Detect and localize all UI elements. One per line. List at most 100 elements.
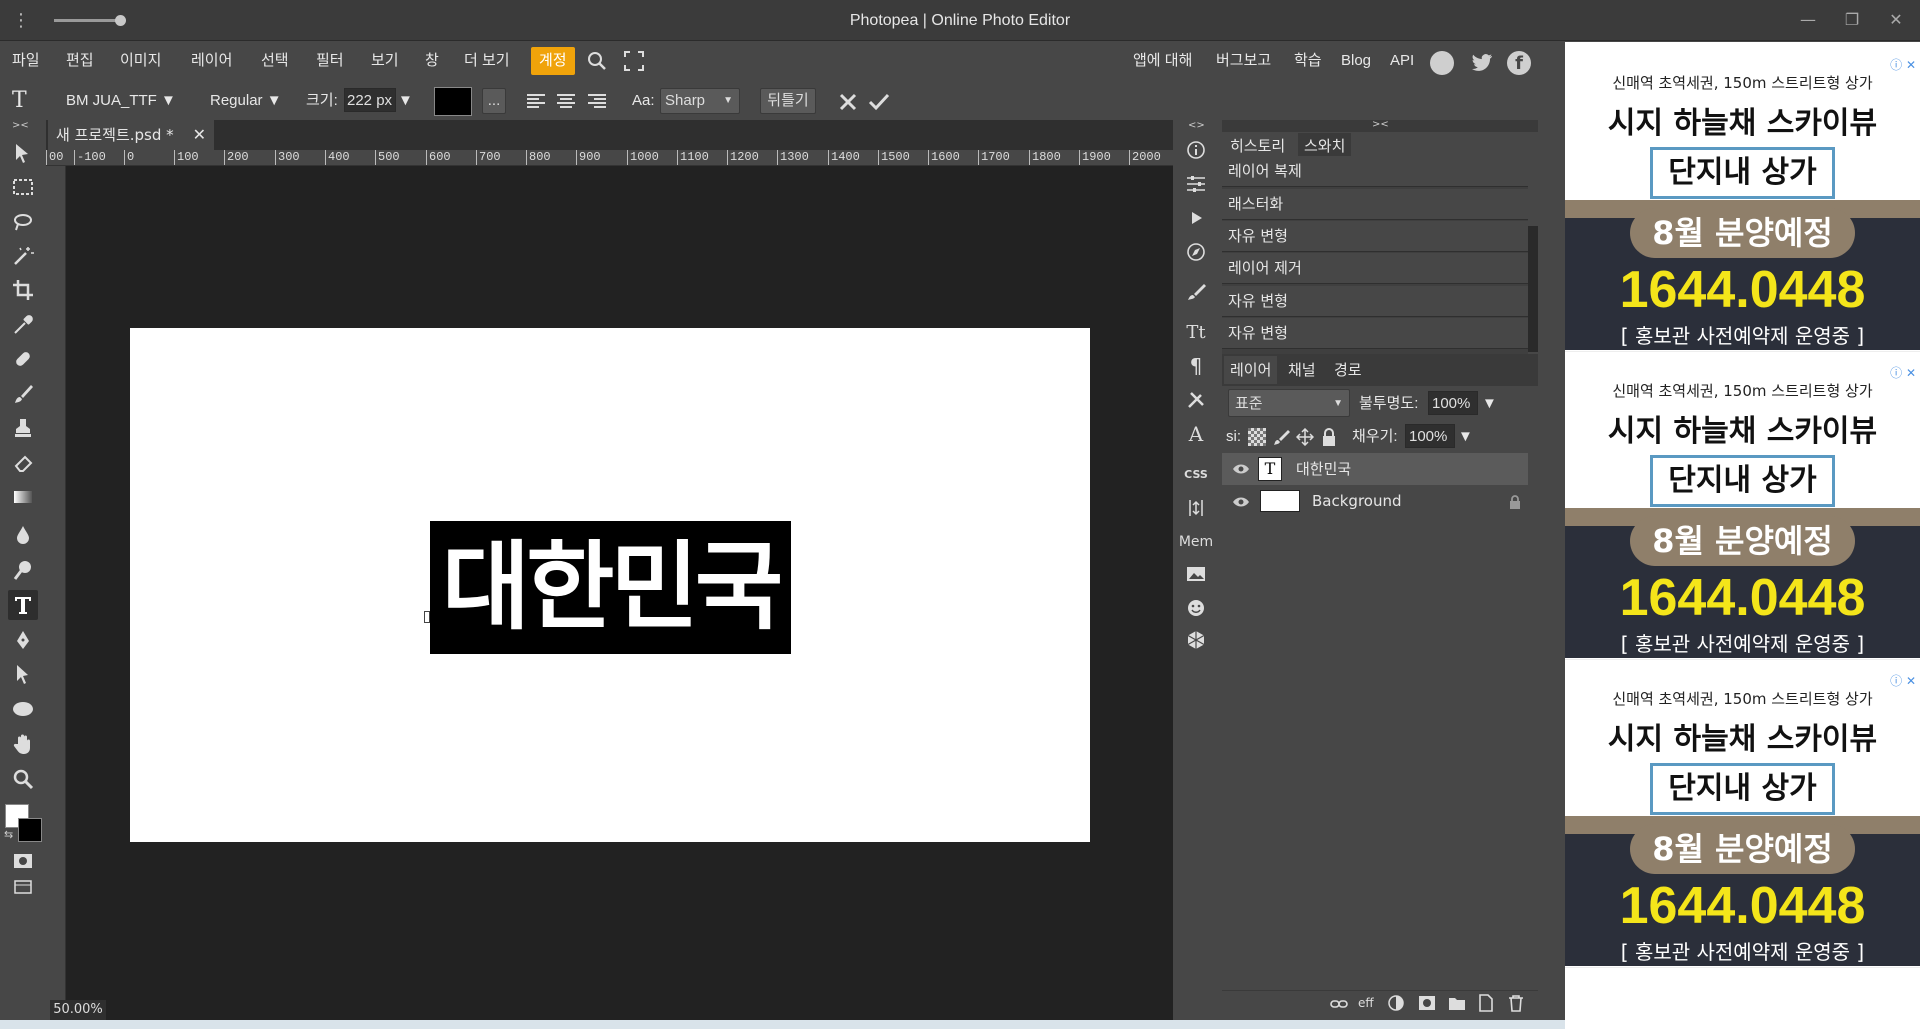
close-tab-icon[interactable]: ✕ [193, 120, 206, 150]
dodge-tool-icon[interactable] [8, 555, 38, 585]
layer-mask-icon[interactable] [1418, 995, 1436, 1011]
ad-info-icon[interactable]: ⓘ ✕ [1890, 56, 1916, 73]
adjustments-icon[interactable] [1181, 170, 1211, 198]
menu-layer[interactable]: 레이어 [191, 42, 232, 79]
marquee-tool-icon[interactable] [8, 172, 38, 202]
fill-dropdown-icon[interactable]: ▼ [1458, 425, 1473, 449]
image-panel-icon[interactable] [1181, 560, 1211, 588]
menu-bug-report[interactable]: 버그보고 [1216, 42, 1271, 79]
document-tab[interactable]: 새 프로젝트.psd * ✕ [48, 120, 214, 150]
account-button[interactable]: 계정 [531, 47, 575, 75]
ad-info-icon[interactable]: ⓘ ✕ [1890, 364, 1916, 381]
fill-input[interactable]: 100% [1405, 424, 1455, 448]
ad-banner[interactable]: ⓘ ✕ 신매역 초역세권, 150m 스트리트형 상가 시지 하늘채 스카이뷰 … [1565, 52, 1920, 352]
opacity-dropdown-icon[interactable]: ▼ [1482, 392, 1497, 416]
visibility-eye-icon[interactable] [1232, 494, 1250, 508]
path-select-icon[interactable] [8, 659, 38, 689]
menu-window[interactable]: 창 [425, 42, 439, 79]
tab-layers[interactable]: 레이어 [1224, 356, 1278, 384]
lasso-tool-icon[interactable] [8, 207, 38, 237]
hand-tool-icon[interactable] [8, 729, 38, 759]
history-item[interactable]: 자유 변형 [1222, 286, 1528, 317]
warp-text-button[interactable]: 뒤틀기 [760, 88, 816, 114]
layer-row-text[interactable]: T 대한민국 [1222, 453, 1528, 485]
character-panel-icon[interactable]: Tt [1181, 318, 1211, 346]
crop-tool-icon[interactable] [8, 275, 38, 305]
memory-panel-icon[interactable]: Mem [1179, 528, 1213, 556]
history-scrollbar[interactable] [1528, 226, 1538, 352]
more-options-button[interactable]: ... [482, 88, 506, 114]
opacity-input[interactable]: 100% [1428, 391, 1478, 415]
background-color-swatch[interactable] [18, 818, 42, 842]
visibility-eye-icon[interactable] [1232, 461, 1250, 475]
new-group-icon[interactable] [1448, 995, 1466, 1011]
close-window-button[interactable]: ✕ [1880, 6, 1912, 34]
search-icon[interactable] [586, 50, 608, 72]
new-layer-icon[interactable] [1478, 994, 1494, 1012]
anti-alias-select[interactable]: Sharp ▼ [660, 88, 740, 114]
zoom-slider-knob[interactable] [115, 15, 126, 26]
lock-transparency-icon[interactable] [1248, 428, 1266, 446]
menu-file[interactable]: 파일 [12, 42, 40, 79]
navigator-icon[interactable] [1181, 238, 1211, 266]
font-size-dropdown-icon[interactable]: ▼ [398, 89, 413, 113]
fullscreen-icon[interactable] [623, 50, 645, 72]
menu-learn[interactable]: 학습 [1294, 42, 1322, 79]
align-left-icon[interactable] [526, 93, 546, 109]
info-icon[interactable] [1181, 136, 1211, 164]
adjustment-layer-icon[interactable] [1388, 995, 1404, 1011]
kebab-menu-icon[interactable]: ⋮ [12, 8, 30, 34]
menu-image[interactable]: 이미지 [120, 42, 161, 79]
ellipse-tool-icon[interactable] [8, 694, 38, 724]
swap-colors-icon[interactable]: ⇆ [4, 828, 13, 841]
gradient-tool-icon[interactable] [8, 482, 38, 512]
commit-icon[interactable] [868, 92, 890, 112]
menu-select[interactable]: 선택 [261, 42, 289, 79]
link-layers-icon[interactable] [1330, 996, 1348, 1012]
tab-paths[interactable]: 경로 [1328, 356, 1368, 384]
menu-edit[interactable]: 편집 [66, 42, 94, 79]
facebook-icon[interactable]: f [1507, 51, 1531, 75]
move-tool-icon[interactable] [8, 138, 38, 168]
zoom-level[interactable]: 50.00% [50, 1000, 106, 1020]
delete-layer-icon[interactable] [1508, 994, 1524, 1012]
restore-button[interactable]: ❐ [1836, 6, 1868, 34]
menu-api[interactable]: API [1390, 42, 1414, 79]
css-panel-icon[interactable]: CSS [1181, 460, 1211, 488]
align-center-icon[interactable] [556, 93, 576, 109]
ad-banner[interactable]: ⓘ ✕ 신매역 초역세권, 150m 스트리트형 상가 시지 하늘채 스카이뷰 … [1565, 668, 1920, 968]
minimize-button[interactable]: — [1792, 6, 1824, 34]
font-style-select[interactable]: Regular ▼ [210, 89, 282, 113]
lock-all-icon[interactable] [1320, 427, 1338, 447]
blend-mode-select[interactable]: 표준 ▼ [1228, 389, 1350, 417]
cancel-icon[interactable] [838, 92, 858, 112]
menu-about[interactable]: 앱에 대해 [1133, 42, 1192, 79]
align-right-icon[interactable] [587, 93, 607, 109]
lock-position-icon[interactable] [1295, 427, 1315, 447]
menu-filter[interactable]: 필터 [316, 42, 344, 79]
align-panel-icon[interactable] [1181, 494, 1211, 522]
font-family-select[interactable]: BM JUA_TTF ▼ [66, 89, 176, 113]
history-item[interactable]: 레이어 복제 [1222, 156, 1528, 187]
zoom-tool-icon[interactable] [8, 764, 38, 794]
history-item[interactable]: 래스터화 [1222, 189, 1528, 220]
eyedropper-icon[interactable] [8, 310, 38, 340]
glyphs-icon[interactable]: A [1181, 420, 1211, 448]
layer-row-background[interactable]: Background [1222, 485, 1528, 517]
magic-wand-icon[interactable] [8, 241, 38, 271]
reddit-icon[interactable] [1430, 51, 1454, 75]
emoji-icon[interactable] [1181, 594, 1211, 622]
brush-settings-icon[interactable] [1181, 278, 1211, 306]
stamp-tool-icon[interactable] [8, 413, 38, 443]
font-size-input[interactable]: 222 px [344, 88, 396, 112]
canvas-text-layer[interactable]: 대한민국 [430, 521, 791, 654]
collapse-strip-icon[interactable]: <> [1188, 120, 1205, 131]
play-actions-icon[interactable] [1181, 204, 1211, 232]
tools-presets-icon[interactable] [1181, 386, 1211, 414]
layer-effects-icon[interactable]: eff [1358, 996, 1374, 1010]
lock-pixels-icon[interactable] [1272, 428, 1290, 446]
text-color-swatch[interactable] [434, 87, 472, 116]
ad-banner[interactable]: ⓘ ✕ 신매역 초역세권, 150m 스트리트형 상가 시지 하늘채 스카이뷰 … [1565, 360, 1920, 660]
menu-view[interactable]: 보기 [371, 42, 399, 79]
healing-brush-icon[interactable] [8, 344, 38, 374]
